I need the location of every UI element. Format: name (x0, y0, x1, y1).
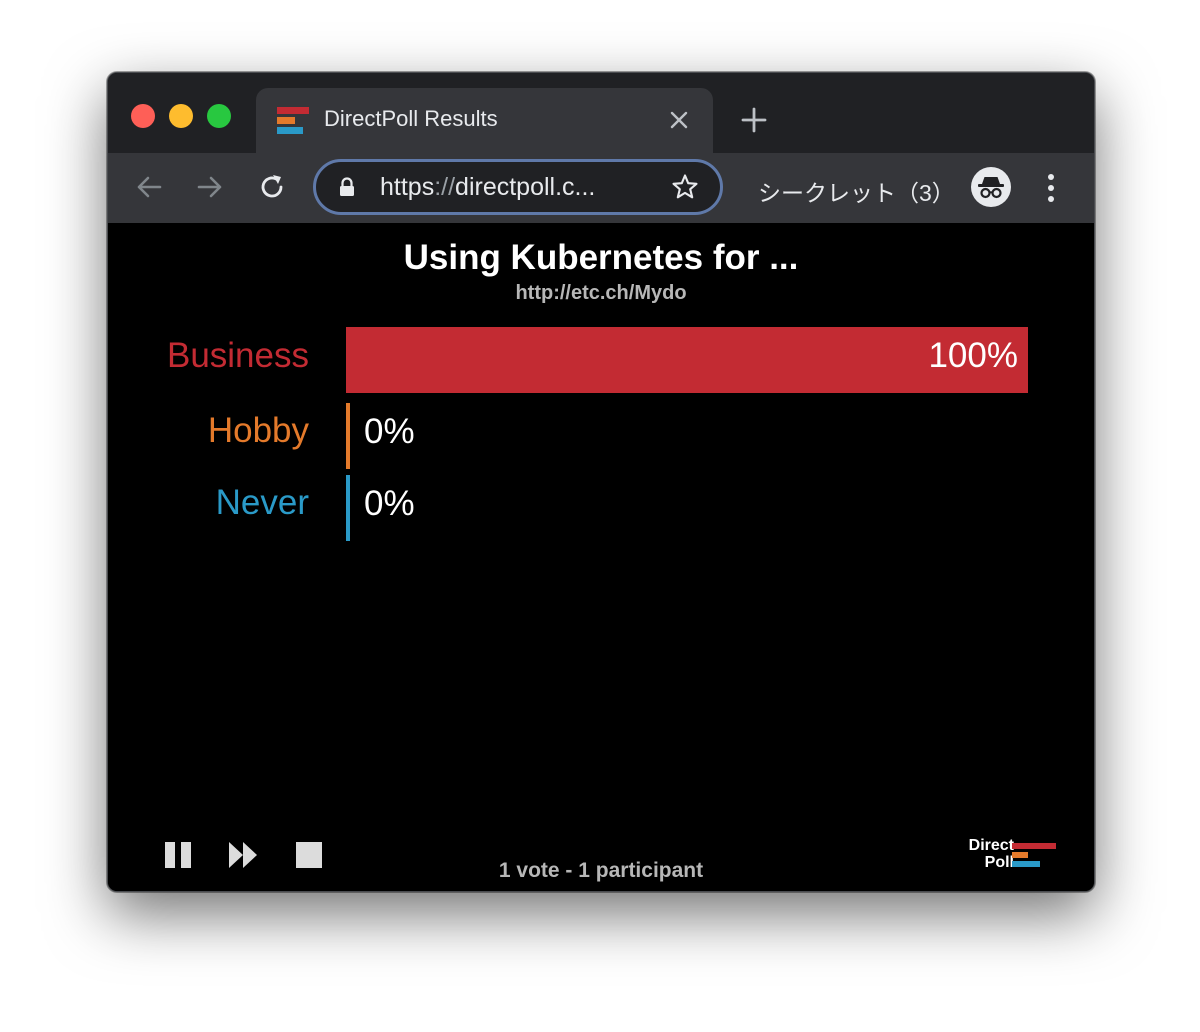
poll-results: Using Kubernetes for ... http://etc.ch/M… (108, 223, 1094, 891)
more-vertical-icon[interactable] (1046, 173, 1056, 203)
logo-bar-blue (1012, 861, 1040, 867)
forward-arrow-icon[interactable] (196, 173, 224, 201)
logo-text-direct: Direct (968, 837, 1014, 854)
logo-text-poll: Poll (984, 854, 1014, 871)
answer-label-business: Business (166, 336, 309, 375)
directpoll-favicon-icon (277, 107, 309, 135)
answer-percent-business: 100% (928, 336, 1018, 375)
maximize-window-button[interactable] (207, 104, 231, 128)
logo-bar-red (1012, 843, 1056, 849)
back-arrow-icon[interactable] (135, 173, 163, 201)
address-bar[interactable]: https://directpoll.c... (313, 159, 723, 215)
vote-count: 1 vote - 1 participant (498, 859, 704, 882)
url-text: https://directpoll.c... (380, 173, 595, 202)
star-icon[interactable] (671, 173, 699, 201)
reload-icon[interactable] (258, 173, 286, 201)
poll-link[interactable]: http://etc.ch/Mydo (108, 282, 1094, 305)
tab-directpoll-results[interactable]: DirectPoll Results (256, 88, 713, 153)
answer-bar-hobby (346, 403, 350, 469)
tab-title: DirectPoll Results (324, 106, 498, 131)
minimize-window-button[interactable] (169, 104, 193, 128)
answer-percent-hobby: 0% (364, 412, 415, 451)
browser-toolbar: https://directpoll.c... シークレット（3） (108, 153, 1094, 223)
plus-icon[interactable] (741, 107, 767, 133)
lock-icon[interactable] (338, 177, 356, 197)
directpoll-logo: Direct Poll (958, 837, 1058, 873)
answer-label-never: Never (215, 483, 309, 522)
close-icon[interactable] (669, 110, 689, 130)
incognito-icon (978, 177, 1004, 199)
url-rest: directpoll.c... (455, 173, 596, 201)
logo-bar-orange (1012, 852, 1028, 858)
incognito-label[interactable]: シークレット（3） (758, 174, 955, 208)
url-separator: :// (434, 173, 456, 201)
answer-label-hobby: Hobby (207, 411, 309, 450)
answer-percent-never: 0% (364, 484, 415, 523)
browser-window: DirectPoll Results https://directpoll.c.… (107, 72, 1095, 892)
poll-title: Using Kubernetes for ... (403, 238, 799, 277)
close-window-button[interactable] (131, 104, 155, 128)
url-scheme: https (380, 173, 435, 201)
answer-bar-never (346, 475, 350, 541)
tab-strip: DirectPoll Results (108, 73, 1094, 153)
incognito-avatar[interactable] (971, 167, 1011, 207)
